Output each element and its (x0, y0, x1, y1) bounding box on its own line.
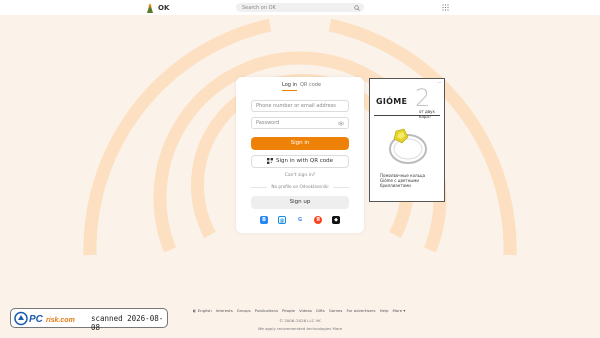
social-login-row: B @ G Я ◆ (260, 216, 340, 224)
footer-links: ◐ English Interests Groups Publications … (193, 308, 405, 313)
footer-link[interactable]: For advertisers (346, 308, 375, 313)
yandex-icon[interactable]: Я (314, 216, 322, 224)
svg-text:PC: PC (29, 314, 44, 325)
login-tabs: Log in QR code (236, 80, 364, 92)
top-bar: OK Search on OK (0, 0, 600, 15)
pcrisk-stamp: PC risk.com scanned 2026-08-08 (10, 308, 168, 332)
footer-language[interactable]: ◐ English (193, 308, 212, 313)
ad-subtitle: от двух карат (419, 109, 435, 119)
password-placeholder: Password (256, 120, 280, 126)
phone-email-placeholder: Phone number or email address (256, 103, 336, 109)
footer-link[interactable]: Gifts (316, 308, 325, 313)
ad-number: 2 (415, 84, 431, 112)
phone-email-field[interactable]: Phone number or email address (251, 100, 349, 112)
sign-up-button[interactable]: Sign up (251, 196, 349, 209)
pcrisk-logo: PC risk.com (14, 311, 75, 326)
google-icon[interactable]: G (296, 216, 304, 224)
search-input[interactable]: Search on OK (242, 5, 354, 11)
ad-banner[interactable]: ⋯ GIÓME 2 от двух карат Помолвочные коль… (369, 78, 445, 202)
footer-link[interactable]: Help (380, 308, 389, 313)
vk-icon[interactable]: B (260, 216, 268, 224)
footer-link[interactable]: People (282, 308, 295, 313)
apps-grid-icon[interactable] (442, 4, 449, 11)
cant-sign-in-link[interactable]: Can't sign in? (236, 173, 364, 178)
footer-link[interactable]: Videos (299, 308, 312, 313)
ok-logo[interactable]: OK (145, 1, 185, 14)
scan-date: scanned 2026-08-08 (91, 314, 164, 332)
qr-code-icon (266, 157, 273, 164)
footer-more[interactable]: More ▾ (392, 308, 405, 313)
logo-text: OK (158, 3, 170, 12)
ad-brand: GIÓME (376, 97, 408, 106)
apple-icon[interactable]: ◆ (332, 216, 340, 224)
sign-in-qr-label: Sign in with QR code (275, 158, 334, 164)
ad-menu-icon[interactable]: ⋯ (437, 80, 442, 86)
tab-qr-code[interactable]: QR code (300, 80, 321, 90)
ring-image (389, 128, 427, 164)
mail-icon[interactable]: @ (278, 216, 286, 224)
ok-logo-icon (147, 2, 153, 13)
footer-link[interactable]: Games (329, 308, 343, 313)
svg-text:risk.com: risk.com (46, 317, 75, 324)
no-profile-divider: No profile on Odnoklassniki (251, 184, 349, 189)
show-password-icon[interactable] (338, 121, 344, 126)
search-bar[interactable]: Search on OK (236, 3, 364, 12)
ad-divider (374, 115, 440, 116)
footer-link[interactable]: Interests (216, 308, 233, 313)
footer-link[interactable]: Publications (255, 308, 278, 313)
login-card: Log in QR code Phone number or email add… (236, 77, 364, 233)
tab-log-in[interactable]: Log in (282, 80, 298, 91)
sign-in-qr-button[interactable]: Sign in with QR code (251, 155, 349, 168)
footer-link[interactable]: Groups (237, 308, 251, 313)
search-icon[interactable] (354, 4, 360, 11)
password-field[interactable]: Password (251, 117, 349, 129)
ad-text: Помолвочные кольца Gióme с цветными брил… (380, 173, 426, 188)
sign-in-button[interactable]: Sign in (251, 137, 349, 150)
